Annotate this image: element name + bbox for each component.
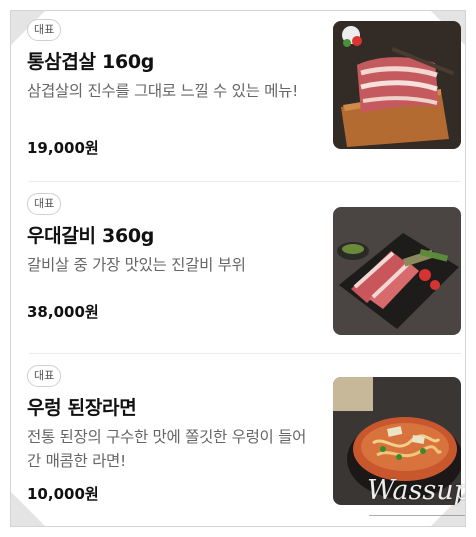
menu-item-description: 전통 된장의 구수한 맛에 쫄깃한 우렁이 들어간 매콤한 라면! (27, 428, 307, 470)
menu-item-photo[interactable] (333, 377, 461, 505)
menu-item-name: 우렁 된장라면 (27, 397, 137, 419)
signature-badge: 대표 (27, 365, 62, 387)
menu-item-photo[interactable] (333, 207, 461, 335)
menu-item-price: 38,000원 (27, 303, 99, 321)
menu-item-price: 19,000원 (27, 139, 99, 157)
menu-item-photo[interactable] (333, 21, 461, 149)
menu-card-frame: 대표 통삼겹살 160g 삼겹살의 진수를 그대로 느낄 수 있는 메뉴! 19… (10, 10, 466, 527)
menu-item-description: 삼겹살의 진수를 그대로 느낄 수 있는 메뉴! (27, 82, 298, 100)
menu-item-doenjang-ramen[interactable]: 대표 우렁 된장라면 전통 된장의 구수한 맛에 쫄깃한 우렁이 들어간 매콤한… (11, 359, 465, 526)
menu-item-name: 통삼겹살 160g (27, 51, 155, 73)
divider (29, 181, 461, 182)
menu-item-price: 10,000원 (27, 485, 99, 503)
signature-badge: 대표 (27, 193, 62, 215)
menu-item-beef-ribs[interactable]: 대표 우대갈비 360g 갈비살 중 가장 맛있는 진갈비 부위 38,000원 (11, 187, 465, 357)
menu-item-description: 갈비살 중 가장 맛있는 진갈비 부위 (27, 256, 246, 274)
signature-badge: 대표 (27, 19, 62, 41)
divider (29, 353, 461, 354)
menu-item-name: 우대갈비 360g (27, 225, 155, 247)
menu-item-pork-belly[interactable]: 대표 통삼겹살 160g 삼겹살의 진수를 그대로 느낄 수 있는 메뉴! 19… (11, 13, 465, 183)
